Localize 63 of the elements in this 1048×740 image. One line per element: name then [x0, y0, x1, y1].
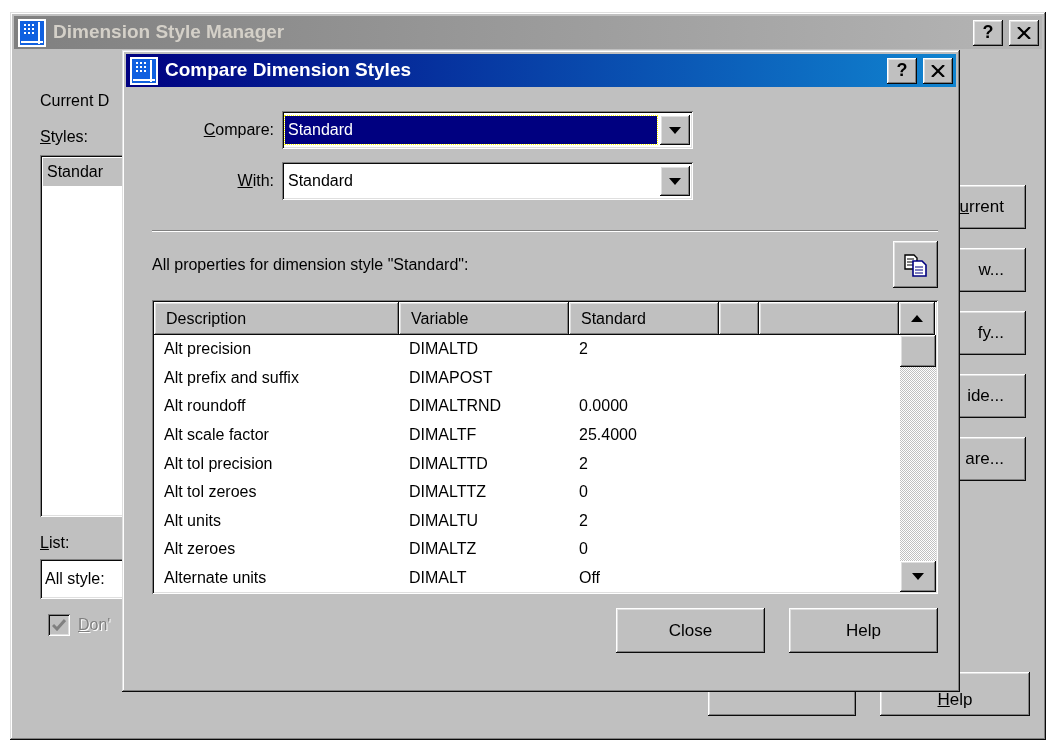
- down-arrow-icon: [669, 126, 681, 134]
- copy-icon: [902, 252, 929, 277]
- column-header[interactable]: Standard: [569, 302, 719, 335]
- table-cell-text: DIMALTF: [408, 425, 478, 446]
- table-cell-text: 25.4000: [578, 425, 638, 446]
- table-cell-text: 0: [578, 482, 589, 503]
- close-button[interactable]: [923, 57, 953, 84]
- table-cell-text: DIMALT: [408, 568, 468, 589]
- table-cell-text: Alt tol zeroes: [163, 482, 258, 503]
- table-cell-text: 2: [578, 339, 589, 360]
- table-cell-text: DIMALTU: [408, 510, 480, 531]
- label-text: Current D: [40, 91, 110, 111]
- table-cell-text: 2: [578, 510, 589, 531]
- properties-label: All properties for dimension style "Standard":: [152, 254, 469, 275]
- table-cell-text: Alt precision: [163, 339, 253, 360]
- close-icon: [931, 64, 945, 77]
- table-cell-text: 2: [578, 453, 589, 474]
- dropdown-field[interactable]: Standard: [282, 162, 693, 200]
- table-cell-text: DIMALTZ: [408, 539, 478, 560]
- table-cell-text: Alt zeroes: [163, 539, 237, 560]
- table-cell-text: Alt scale factor: [163, 425, 270, 446]
- table-cell-text: DIMAPOST: [408, 367, 494, 388]
- table-cell-text: DIMALTRND: [408, 396, 503, 417]
- column-header[interactable]: [719, 302, 759, 335]
- app-icon: [129, 55, 159, 86]
- column-header[interactable]: Variable: [399, 302, 569, 335]
- column-header[interactable]: Description: [154, 302, 399, 335]
- app-icon: [17, 17, 47, 48]
- help-button[interactable]: ?: [973, 19, 1003, 46]
- table-cell-text: 0.0000: [578, 396, 629, 417]
- down-arrow-icon: [669, 177, 681, 185]
- table-cell-text: DIMALTTD: [408, 453, 489, 474]
- table-cell-text: Alternate units: [163, 568, 268, 589]
- field-label: With:: [236, 171, 275, 191]
- window-title: Dimension Style Manager: [53, 20, 286, 45]
- table-cell-text: Alt units: [163, 510, 222, 531]
- copy-button[interactable]: [893, 241, 938, 288]
- dropdown-field[interactable]: Standard: [282, 111, 693, 149]
- down-arrow-icon: [912, 573, 924, 581]
- checkmark-icon: [52, 619, 66, 631]
- scrollbar[interactable]: [900, 335, 936, 593]
- scroll-down-button[interactable]: [900, 561, 936, 593]
- dialog-button[interactable]: Help: [789, 608, 938, 653]
- dialog-button[interactable]: Close: [616, 608, 765, 653]
- window-title: Compare Dimension Styles: [165, 58, 413, 83]
- table-cell-text: Alt roundoff: [163, 396, 247, 417]
- column-header[interactable]: [759, 302, 899, 335]
- label-text: Styles:: [40, 127, 88, 147]
- up-arrow-icon: [911, 315, 923, 322]
- table-cell-text: Off: [578, 568, 602, 589]
- checkbox-label: Don': [78, 615, 111, 635]
- table-cell-text: Alt prefix and suffix: [163, 367, 300, 388]
- close-button[interactable]: [1009, 19, 1039, 46]
- field-label: Compare:: [202, 120, 275, 140]
- scroll-thumb[interactable]: [900, 335, 936, 367]
- table-cell-text: DIMALTTZ: [408, 482, 488, 503]
- table-cell-text: DIMALTD: [408, 339, 480, 360]
- table-cell-text: Alt tol precision: [163, 453, 274, 474]
- scroll-up-button[interactable]: [899, 302, 935, 335]
- close-icon: [1017, 26, 1031, 39]
- help-button[interactable]: ?: [887, 57, 917, 84]
- table-cell-text: 0: [578, 539, 589, 560]
- label-text: List:: [40, 533, 70, 553]
